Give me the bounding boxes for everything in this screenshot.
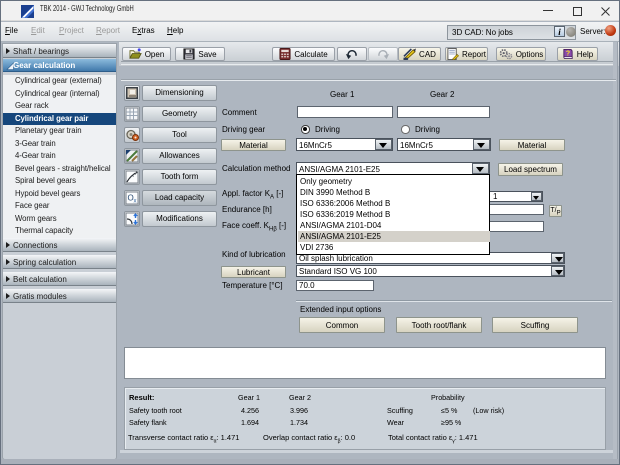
svg-text:x: x xyxy=(134,199,137,205)
svg-text:?: ? xyxy=(566,51,570,58)
